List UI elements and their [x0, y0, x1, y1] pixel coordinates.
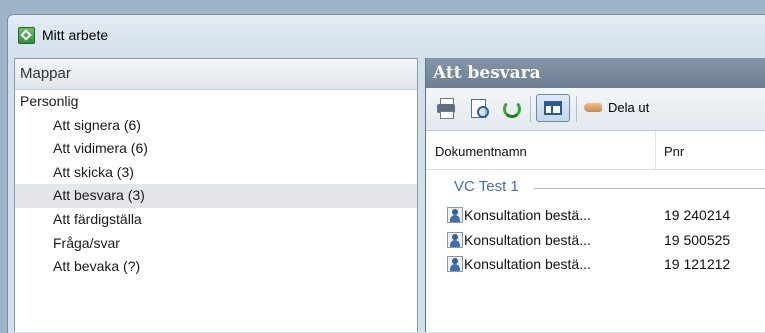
- folder-item-personlig[interactable]: Personlig: [15, 90, 417, 114]
- app-logo-icon: [18, 27, 35, 44]
- group-label: VC Test 1: [454, 178, 519, 195]
- folder-item-att-bevaka[interactable]: Att bevaka (?): [15, 255, 417, 279]
- content-panel: Att besvara Dela ut Dokumentnamn Pnr VC …: [425, 58, 765, 332]
- printer-icon[interactable]: [436, 98, 456, 119]
- folder-label: Personlig: [20, 93, 79, 109]
- folder-label: Att signera (6): [53, 116, 141, 133]
- folder-item-att-besvara[interactable]: Att besvara (3): [15, 184, 417, 208]
- folder-label: Att bevaka (?): [53, 258, 141, 275]
- window-title: Mitt arbete: [42, 27, 109, 43]
- pnr-value: 19 121212: [664, 256, 731, 272]
- folder-label: Att skicka (3): [53, 163, 134, 180]
- pnr-value: 19 500525: [664, 231, 731, 248]
- folders-header: Mappar: [15, 59, 417, 90]
- print-preview-icon[interactable]: [469, 98, 489, 118]
- document-name: Konsultation bestä...: [464, 256, 591, 272]
- folder-label: Att besvara (3): [53, 187, 145, 204]
- folder-tree: Personlig Att signera (6) Att vidimera (…: [15, 90, 417, 279]
- folder-item-att-vidimera[interactable]: Att vidimera (6): [15, 137, 417, 161]
- preview-pane-toggle-button[interactable]: [536, 94, 570, 122]
- title-bar[interactable]: Mitt arbete: [8, 15, 765, 55]
- folder-label: Att vidimera (6): [53, 140, 148, 157]
- grid-header: Dokumentnamn Pnr: [426, 131, 765, 170]
- content-header: Att besvara: [426, 58, 765, 88]
- table-row[interactable]: Konsultation bestä... 19 500525: [426, 229, 765, 254]
- dela-ut-label: Dela ut: [608, 100, 650, 115]
- refresh-icon[interactable]: [501, 98, 521, 118]
- document-name: Konsultation bestä...: [464, 231, 591, 248]
- folder-item-att-signera[interactable]: Att signera (6): [15, 114, 417, 138]
- column-header-dokumentnamn[interactable]: Dokumentnamn: [435, 144, 527, 159]
- toolbar-separator: [576, 96, 577, 122]
- patient-icon: [447, 231, 463, 248]
- group-divider: [534, 188, 765, 189]
- dela-ut-button[interactable]: Dela ut: [584, 100, 649, 115]
- document-name: Konsultation bestä...: [464, 207, 591, 223]
- patient-icon: [447, 207, 463, 223]
- toolbar: Dela ut: [426, 88, 765, 131]
- folder-label: Att färdigställa: [53, 210, 142, 227]
- group-row[interactable]: VC Test 1: [426, 170, 765, 204]
- folder-item-fraga-svar[interactable]: Fråga/svar: [15, 232, 417, 256]
- hand-pointing-icon: [584, 103, 602, 112]
- table-row[interactable]: Konsultation bestä... 19 240214: [426, 204, 765, 229]
- patient-icon: [447, 256, 463, 272]
- pnr-value: 19 240214: [664, 207, 731, 223]
- toolbar-separator: [530, 96, 531, 122]
- folder-label: Fråga/svar: [53, 234, 120, 251]
- table-row[interactable]: Konsultation bestä... 19 121212: [426, 253, 765, 278]
- column-divider[interactable]: [655, 131, 656, 169]
- column-header-pnr[interactable]: Pnr: [664, 144, 684, 159]
- folder-item-att-fardigstalla[interactable]: Att färdigställa: [15, 208, 417, 232]
- preview-pane-icon: [544, 101, 562, 115]
- folder-item-att-skicka[interactable]: Att skicka (3): [15, 161, 417, 185]
- folders-panel: Mappar Personlig Att signera (6) Att vid…: [14, 58, 418, 332]
